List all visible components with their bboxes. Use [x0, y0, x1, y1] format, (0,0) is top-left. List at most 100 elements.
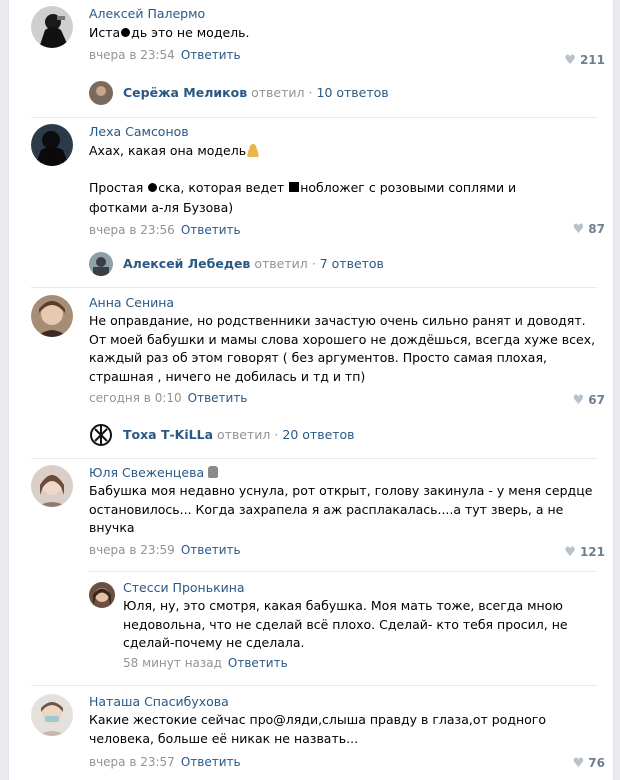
dot-separator: ·	[274, 427, 279, 442]
dot-separator: ·	[308, 85, 313, 100]
comment-text-part: Ахах, какая она модель	[89, 143, 247, 158]
dot-separator: ·	[311, 256, 316, 271]
thread-verb: ответил	[251, 85, 305, 100]
heart-icon: ♥	[564, 545, 576, 560]
comment-text-part: Простая	[89, 179, 148, 195]
comment-text-part: нобложег с розовыми соплями и	[300, 179, 517, 195]
thread-count[interactable]: 7 ответов	[320, 256, 384, 271]
censor-mark	[121, 28, 131, 37]
separator	[31, 685, 597, 686]
reply-button[interactable]: Ответить	[181, 543, 241, 557]
comment-text-part: дь это не модель.	[131, 25, 250, 40]
heart-icon: ♥	[572, 756, 585, 771]
comment-time[interactable]: вчера в 23:59	[89, 543, 175, 557]
comment-author[interactable]: Стесси Пронькина	[123, 580, 605, 596]
thread-author[interactable]: Тоха Т-KiLLa	[123, 427, 213, 442]
avatar[interactable]	[89, 81, 113, 105]
comment-text: Иста дь это не модель.	[89, 24, 605, 43]
like-count: 87	[588, 222, 605, 236]
heart-icon: ♥	[572, 222, 585, 237]
comment-text-line: недовольна, что не сделай всё плохо. Сде…	[123, 616, 568, 632]
author-name[interactable]: Юля Свеженцева	[89, 465, 204, 480]
reply-button[interactable]: Ответить	[188, 391, 248, 405]
avatar[interactable]	[31, 465, 73, 507]
comment-text-part: фотками а-ля Бузова)	[89, 200, 234, 215]
comment-text-line: Юля, ну, это смотря, какая бабушка. Моя …	[123, 598, 563, 613]
like-button[interactable]: ♥ 87	[573, 222, 605, 237]
person-emoji-icon	[246, 143, 261, 157]
comment-text-line: Не оправдание, но родственники зачастую …	[89, 313, 586, 328]
comment-text: Юля, ну, это смотря, какая бабушка. Моя …	[123, 597, 605, 653]
comment-meta: вчера в 23:56 Ответить	[89, 222, 605, 238]
heart-icon: ♥	[564, 53, 576, 68]
comment-text-line: человека, больше её никак не назвать...	[89, 730, 359, 746]
comment-author[interactable]: Анна Сенина	[89, 295, 605, 311]
comment-meta: вчера в 23:59 Ответить	[89, 542, 605, 558]
separator	[31, 117, 597, 118]
comment-text-line: Какие жестокие сейчас про@ляди,слыша пра…	[89, 712, 546, 727]
thread-count[interactable]: 10 ответов	[317, 85, 389, 100]
comment-meta: вчера в 23:57 Ответить	[89, 754, 605, 770]
censor-mark	[289, 181, 300, 192]
thread-author[interactable]: Алексей Лебедев	[123, 256, 250, 271]
like-button[interactable]: ♥ 67	[573, 393, 605, 408]
reply-button[interactable]: Ответить	[181, 755, 241, 769]
thread-verb: ответил	[217, 427, 271, 442]
comment-text: Какие жестокие сейчас про@ляди,слыша пра…	[89, 711, 605, 748]
thread-verb: ответил	[254, 256, 308, 271]
separator	[31, 458, 597, 459]
avatar[interactable]	[89, 252, 113, 276]
avatar[interactable]	[31, 6, 73, 48]
like-count: 121	[579, 545, 605, 559]
comment-text-line: каждый раз об этом говорят ( без аргумен…	[89, 350, 547, 365]
avatar[interactable]	[31, 694, 73, 736]
comment-text-line: От моей бабушки и мамы слова хорошего не…	[89, 331, 596, 347]
separator	[89, 571, 597, 572]
comment-time[interactable]: вчера в 23:54	[89, 48, 175, 62]
comment-meta: 58 минут назад Ответить	[123, 655, 605, 671]
avatar[interactable]	[89, 582, 115, 608]
like-button[interactable]: ♥ 211	[564, 53, 605, 68]
censor-mark	[148, 182, 158, 192]
comment-author[interactable]: Леха Самсонов	[89, 124, 605, 140]
separator	[31, 287, 597, 288]
like-count: 76	[588, 756, 605, 770]
thread-author[interactable]: Серёжа Меликов	[123, 85, 247, 100]
reply-button[interactable]: Ответить	[181, 48, 241, 62]
comment-text: Ахах, какая она модель Простая ска, кото…	[89, 142, 605, 218]
phone-icon	[208, 466, 219, 478]
comment-time[interactable]: вчера в 23:56	[89, 223, 175, 237]
comment-text: Бабушка моя недавно уснула, рот открыт, …	[89, 482, 605, 538]
like-button[interactable]: ♥ 121	[564, 545, 605, 560]
replies-thread[interactable]: Алексей Лебедев ответил · 7 ответов	[89, 251, 589, 277]
comment-author[interactable]: Наташа Спасибухова	[89, 694, 605, 710]
comment-text-line: страшная , ничего не добилась и тд и тп)	[89, 368, 366, 384]
comment-text-part: Иста	[89, 25, 121, 40]
comment-text-part: ска, которая ведет	[158, 179, 289, 195]
comment-meta: вчера в 23:54 Ответить	[89, 47, 605, 63]
replies-thread[interactable]: Серёжа Меликов ответил · 10 ответов	[89, 80, 589, 106]
avatar[interactable]	[89, 423, 113, 447]
comment-author[interactable]: Алексей Палермо	[89, 6, 605, 22]
comment-meta: сегодня в 0:10 Ответить	[89, 390, 605, 406]
reply-button[interactable]: Ответить	[181, 223, 241, 237]
avatar[interactable]	[31, 295, 73, 337]
comment-text: Не оправдание, но родственники зачастую …	[89, 312, 605, 386]
like-button[interactable]: ♥ 76	[573, 756, 605, 771]
thread-count[interactable]: 20 ответов	[282, 427, 354, 442]
comment-text-line: внучка	[89, 520, 135, 535]
comment-time[interactable]: вчера в 23:57	[89, 755, 175, 769]
heart-icon: ♥	[572, 393, 585, 408]
comment-time[interactable]: 58 минут назад	[123, 656, 222, 670]
like-count: 211	[579, 53, 605, 67]
reply-button[interactable]: Ответить	[228, 656, 288, 670]
comment-text-line: остановилось... Когда захрапела я аж рас…	[89, 501, 564, 517]
comments-feed: Алексей Палермо Иста дь это не модель. вч…	[8, 0, 614, 780]
comment-text-line: Бабушка моя недавно уснула, рот открыт, …	[89, 483, 593, 498]
replies-thread[interactable]: Тоха Т-KiLLa ответил · 20 ответов	[89, 422, 589, 448]
like-count: 67	[588, 393, 605, 407]
comment-author[interactable]: Юля Свеженцева	[89, 465, 605, 481]
comment-time[interactable]: сегодня в 0:10	[89, 391, 182, 405]
avatar[interactable]	[31, 124, 73, 166]
comment-text-line: сделай-почему не сделала.	[123, 635, 305, 650]
